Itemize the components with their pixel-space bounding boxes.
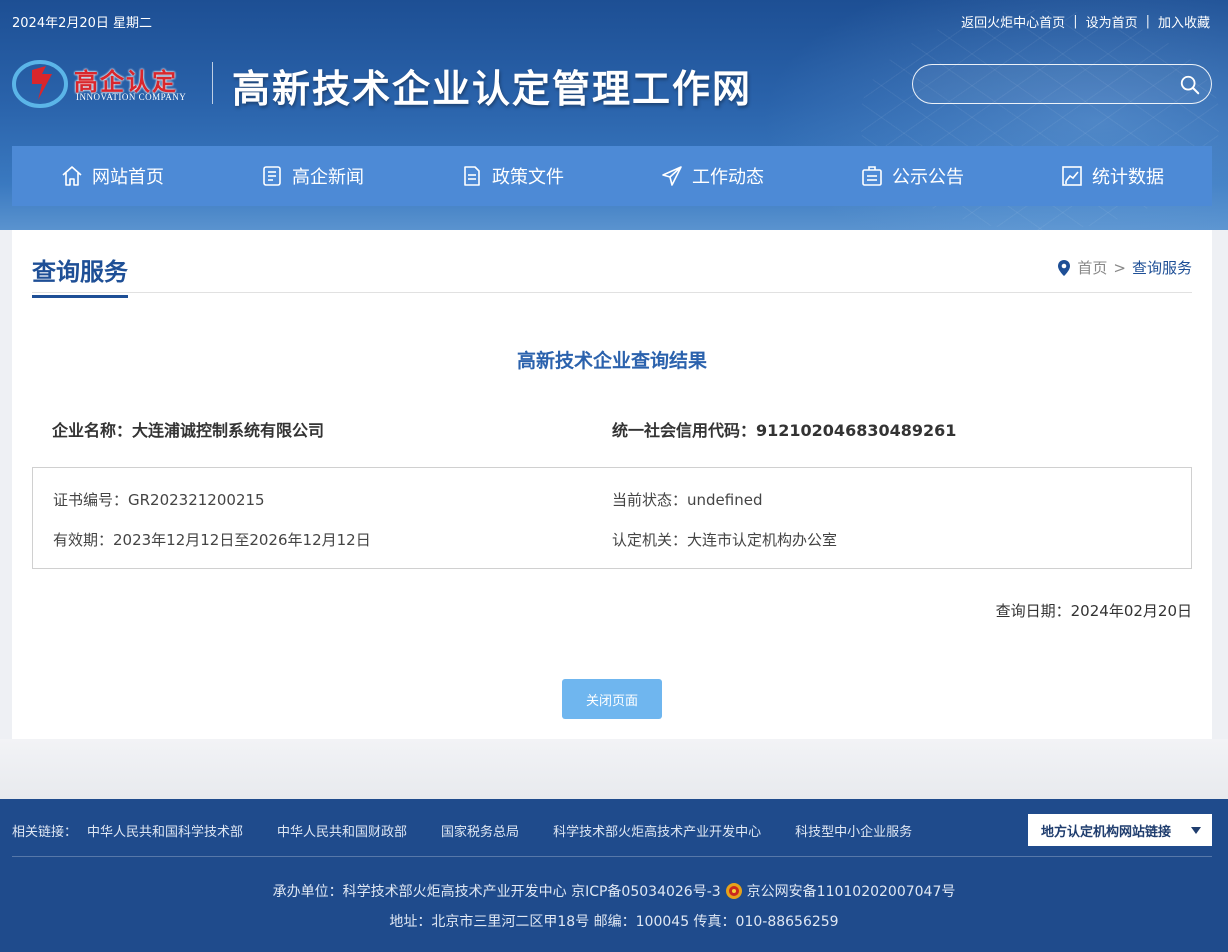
nav-item-label: 网站首页 bbox=[92, 167, 164, 188]
main-nav: 网站首页 高企新闻 政策文件 工作动态 公示公告 统计数据 bbox=[12, 146, 1212, 206]
public-security-record[interactable]: 京公网安备11010202007047号 bbox=[747, 881, 956, 901]
related-links: 相关链接： 中华人民共和国科学技术部 中华人民共和国财政部 国家税务总局 科学技… bbox=[12, 821, 912, 840]
local-agency-select[interactable]: 地方认定机构网站链接 bbox=[1028, 814, 1212, 846]
footer-address: 地址：北京市三里河二区甲18号 邮编：100045 传真：010-8865625… bbox=[389, 914, 839, 930]
police-badge-icon bbox=[725, 883, 742, 899]
local-agency-select-label: 地方认定机构网站链接 bbox=[1041, 824, 1172, 840]
return-torch-home-link[interactable]: 返回火炬中心首页 bbox=[961, 12, 1065, 31]
footer-link-tax[interactable]: 国家税务总局 bbox=[441, 821, 519, 840]
query-date: 查询日期：2024年02月20日 bbox=[995, 602, 1192, 620]
paper-plane-icon bbox=[662, 166, 682, 186]
nav-item-label: 统计数据 bbox=[1092, 167, 1164, 188]
certifying-authority: 认定机关：大连市认定机构办公室 bbox=[612, 531, 838, 549]
nav-item-work-updates[interactable]: 工作动态 bbox=[612, 146, 812, 206]
nav-item-notices[interactable]: 公示公告 bbox=[812, 146, 1012, 206]
related-links-label: 相关链接： bbox=[12, 825, 78, 840]
footer-link-sme[interactable]: 科技型中小企业服务 bbox=[795, 821, 912, 840]
footer-organizer: 承办单位：科学技术部火炬高技术产业开发中心 京ICP备05034026号-3 京… bbox=[0, 881, 1228, 901]
header-banner: 2024年2月20日 星期二 返回火炬中心首页 | 设为首页 | 加入收藏 高企… bbox=[0, 0, 1228, 230]
divider bbox=[32, 292, 1192, 293]
search-icon[interactable] bbox=[1179, 74, 1201, 96]
notice-icon bbox=[862, 166, 882, 186]
footer-link-mof[interactable]: 中华人民共和国财政部 bbox=[277, 821, 407, 840]
location-pin-icon bbox=[1058, 259, 1071, 276]
site-title: 高新技术企业认定管理工作网 bbox=[232, 66, 753, 111]
caret-down-icon bbox=[1191, 827, 1201, 834]
nav-item-label: 政策文件 bbox=[492, 167, 564, 188]
nav-item-statistics[interactable]: 统计数据 bbox=[1012, 146, 1212, 206]
logo-emblem-icon bbox=[12, 60, 68, 108]
credit-code: 统一社会信用代码：912102046830489261 bbox=[612, 421, 957, 440]
close-page-button[interactable]: 关闭页面 bbox=[562, 679, 662, 719]
logo-divider bbox=[212, 62, 213, 104]
nav-item-home[interactable]: 网站首页 bbox=[12, 146, 212, 206]
footer-link-torch[interactable]: 科学技术部火炬高技术产业开发中心 bbox=[553, 821, 761, 840]
certificate-number: 证书编号：GR202321200215 bbox=[53, 491, 265, 509]
nav-item-label: 公示公告 bbox=[892, 167, 964, 188]
main-content: 查询服务 首页 > 查询服务 高新技术企业查询结果 企业名称：大连浦诚控制系统有… bbox=[12, 230, 1212, 739]
current-status: 当前状态：undefined bbox=[612, 491, 763, 509]
logo-subtitle: INNOVATION COMPANY bbox=[76, 92, 187, 102]
home-icon bbox=[62, 166, 82, 186]
company-name: 企业名称：大连浦诚控制系统有限公司 bbox=[52, 421, 325, 440]
divider: | bbox=[1073, 14, 1078, 29]
divider: | bbox=[1145, 14, 1150, 29]
result-title: 高新技术企业查询结果 bbox=[516, 350, 707, 372]
chart-icon bbox=[1062, 166, 1082, 186]
organizer-icp: 承办单位：科学技术部火炬高技术产业开发中心 京ICP备05034026号-3 bbox=[272, 884, 721, 900]
background-strip bbox=[0, 739, 1228, 799]
nav-item-label: 高企新闻 bbox=[292, 167, 364, 188]
nav-item-news[interactable]: 高企新闻 bbox=[212, 146, 412, 206]
divider bbox=[12, 856, 1212, 857]
site-logo[interactable]: 高企认定 INNOVATION COMPANY bbox=[12, 52, 212, 112]
search-input[interactable] bbox=[912, 64, 1212, 104]
news-icon bbox=[263, 166, 281, 186]
top-links: 返回火炬中心首页 | 设为首页 | 加入收藏 bbox=[961, 12, 1210, 31]
validity-period: 有效期：2023年12月12日至2026年12月12日 bbox=[53, 531, 371, 549]
footer-link-most[interactable]: 中华人民共和国科学技术部 bbox=[87, 821, 243, 840]
breadcrumb-separator: > bbox=[1113, 258, 1126, 277]
add-favorite-link[interactable]: 加入收藏 bbox=[1158, 12, 1210, 31]
current-date: 2024年2月20日 星期二 bbox=[12, 16, 153, 31]
nav-item-policy[interactable]: 政策文件 bbox=[412, 146, 612, 206]
set-homepage-link[interactable]: 设为首页 bbox=[1086, 12, 1138, 31]
certificate-details: 证书编号：GR202321200215 当前状态：undefined 有效期：2… bbox=[32, 467, 1192, 569]
breadcrumb-current[interactable]: 查询服务 bbox=[1132, 257, 1192, 278]
nav-item-label: 工作动态 bbox=[692, 167, 764, 188]
breadcrumb: 首页 > 查询服务 bbox=[1057, 257, 1192, 278]
footer: 相关链接： 中华人民共和国科学技术部 中华人民共和国财政部 国家税务总局 科学技… bbox=[0, 799, 1228, 952]
breadcrumb-home-link[interactable]: 首页 bbox=[1077, 257, 1107, 278]
document-icon bbox=[464, 166, 480, 186]
